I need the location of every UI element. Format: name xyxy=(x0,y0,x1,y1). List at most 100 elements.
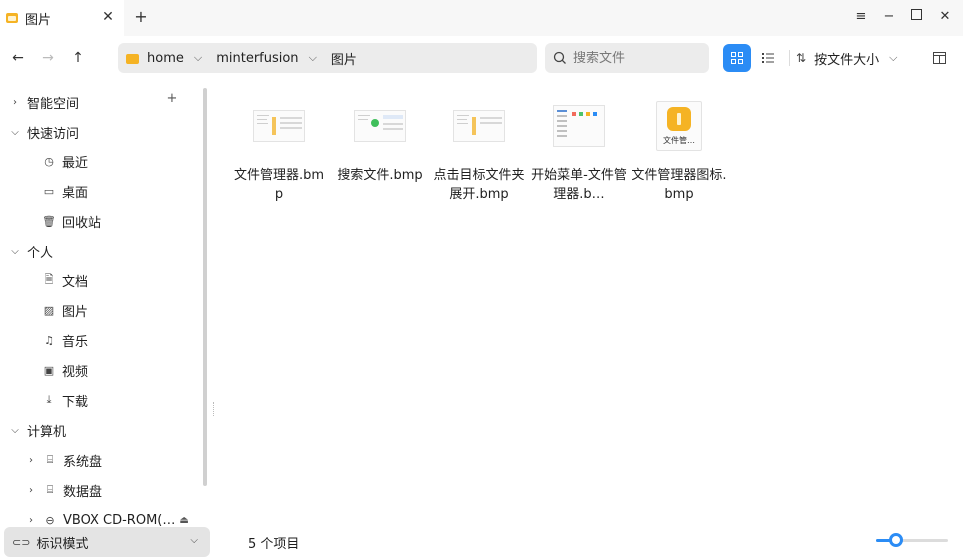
drive-icon: ⌸ xyxy=(46,453,54,466)
sidebar-item-label: 下载 xyxy=(62,394,89,410)
sidebar-item-downloads[interactable]: ⤓ 下载 xyxy=(42,386,88,414)
file-item[interactable]: 点击目标文件夹展开.bmp xyxy=(431,98,527,204)
breadcrumb-user[interactable]: minterfusion xyxy=(216,51,298,66)
back-button[interactable]: ← xyxy=(8,48,28,68)
image-icon: ▨ xyxy=(43,303,55,317)
sidebar-item-documents[interactable]: 🗎︎ 文档 xyxy=(42,266,88,294)
sidebar-item-label: 文档 xyxy=(62,274,89,290)
sidebar-item-pictures[interactable]: ▨ 图片 xyxy=(42,296,88,324)
folder-icon xyxy=(6,13,18,23)
up-button[interactable]: ↑ xyxy=(68,48,88,68)
sidebar-item-label: 桌面 xyxy=(62,185,89,201)
monitor-icon: ▭ xyxy=(43,184,55,198)
forward-button[interactable]: → xyxy=(38,48,58,68)
search-box[interactable] xyxy=(545,43,709,73)
grid-icon xyxy=(731,52,743,64)
breadcrumb-home[interactable]: home xyxy=(147,51,184,66)
file-name: 文件管理器.bmp xyxy=(233,168,325,202)
file-thumbnail: 文件管… xyxy=(651,98,707,154)
toolbar-divider xyxy=(789,50,790,66)
sidebar-item-label: 计算机 xyxy=(27,424,67,440)
file-item[interactable]: 文件管理器.bmp xyxy=(231,98,327,204)
maximize-icon[interactable] xyxy=(907,8,925,26)
sidebar-item-desktop[interactable]: ▭ 桌面 xyxy=(42,177,88,205)
sidebar-item-label: 数据盘 xyxy=(63,484,103,500)
chevron-down-icon: ⌵ xyxy=(11,126,19,138)
new-tab-button[interactable]: + xyxy=(132,8,150,26)
menu-icon[interactable]: ≡ xyxy=(852,8,870,26)
sort-dropdown[interactable]: ⇅ 按文件大小 ⌵ xyxy=(796,44,897,72)
sidebar-item-trash[interactable]: 🗑︎ 回收站 xyxy=(42,207,101,235)
sidebar-item-computer[interactable]: ⌵ 计算机 xyxy=(8,416,66,444)
file-item[interactable]: 文件管… 文件管理器图标.bmp xyxy=(631,98,727,204)
sidebar-scrollbar[interactable] xyxy=(203,88,207,486)
list-icon xyxy=(762,53,774,63)
item-count: 5 个项目 xyxy=(248,537,300,552)
file-thumbnail xyxy=(451,98,507,154)
music-icon: ♫ xyxy=(44,333,54,347)
drive-icon: ⌸ xyxy=(46,483,54,496)
breadcrumb-pictures[interactable]: 图片 xyxy=(331,49,357,68)
sidebar-item-label: 个人 xyxy=(27,245,54,261)
file-thumbnail xyxy=(352,98,408,154)
file-item[interactable]: 搜索文件.bmp xyxy=(332,98,428,185)
file-thumbnail xyxy=(551,98,607,154)
sidebar-item-system-disk[interactable]: › ⌸ 系统盘 xyxy=(24,446,102,474)
minimize-icon[interactable]: − xyxy=(880,8,898,26)
sidebar-item-smart-space[interactable]: › 智能空间 xyxy=(8,88,79,116)
file-grid: 文件管理器.bmp 搜索文件.bmp 点击目标文件夹展开.bmp 开始菜单-文件… xyxy=(215,82,963,560)
chevron-right-icon: › xyxy=(29,514,33,526)
toolbar: ← → ↑ home ⌵ minterfusion ⌵ 图片 ⇅ 按文件大小 ⌵ xyxy=(0,36,963,82)
trash-icon: 🗑︎ xyxy=(42,214,56,228)
search-icon xyxy=(553,51,566,64)
file-thumbnail xyxy=(251,98,307,154)
file-name: 开始菜单-文件管理器.b… xyxy=(531,168,627,202)
chevron-down-icon: ⌵ xyxy=(11,245,19,257)
sidebar-item-videos[interactable]: ▣ 视频 xyxy=(42,356,88,384)
chevron-down-icon: ⌵ xyxy=(190,535,198,546)
sidebar-item-label: 回收站 xyxy=(62,215,102,231)
document-icon: 🗎︎ xyxy=(44,272,54,286)
folder-icon xyxy=(126,53,139,64)
file-name: 搜索文件.bmp xyxy=(337,168,423,183)
chevron-down-icon[interactable]: ⌵ xyxy=(309,51,317,65)
clock-icon: ◷ xyxy=(44,154,54,168)
sidebar-item-data-disk[interactable]: › ⌸ 数据盘 xyxy=(24,476,102,504)
cdrom-icon: ⊖ xyxy=(45,513,55,527)
icon-view-button[interactable] xyxy=(723,44,751,72)
sidebar-item-quick-access[interactable]: ⌵ 快速访问 xyxy=(8,118,79,146)
close-tab-icon[interactable]: ✕ xyxy=(100,9,116,25)
sidebar-item-recent[interactable]: ◷ 最近 xyxy=(42,147,88,175)
tag-mode-dropdown[interactable]: ⊂⊃ 标识模式 ⌵ xyxy=(4,527,210,557)
file-item[interactable]: 开始菜单-文件管理器.b… xyxy=(531,98,627,204)
breadcrumb: home ⌵ minterfusion ⌵ 图片 xyxy=(118,43,537,73)
sidebar-item-personal[interactable]: ⌵ 个人 xyxy=(8,237,53,265)
sidebar-item-music[interactable]: ♫ 音乐 xyxy=(42,326,88,354)
chevron-down-icon[interactable]: ⌵ xyxy=(194,51,202,65)
video-icon: ▣ xyxy=(43,363,55,377)
sidebar-item-label: 快速访问 xyxy=(27,126,80,142)
sidebar-item-label: 系统盘 xyxy=(63,454,103,470)
tag-mode-label: 标识模式 xyxy=(36,536,89,552)
sidebar-item-label: 最近 xyxy=(62,155,89,171)
chevron-down-icon: ⌵ xyxy=(11,424,19,436)
list-view-button[interactable] xyxy=(754,44,782,72)
file-name: 点击目标文件夹展开.bmp xyxy=(433,168,525,202)
zoom-slider[interactable] xyxy=(876,533,948,547)
chevron-down-icon: ⌵ xyxy=(889,51,898,64)
sidebar-item-label: 图片 xyxy=(62,304,89,320)
detail-panel-button[interactable] xyxy=(925,44,953,72)
sidebar: › 智能空间 + ⌵ 快速访问 ◷ 最近 ▭ 桌面 🗑︎ 回收站 ⌵ 个人 🗎︎… xyxy=(0,82,215,560)
chevron-right-icon: › xyxy=(13,96,17,108)
sidebar-item-label: 音乐 xyxy=(62,334,89,350)
thumbnail-caption: 文件管… xyxy=(663,136,695,145)
tab-label: 图片 xyxy=(25,12,52,28)
chevron-right-icon: › xyxy=(29,484,33,496)
close-window-icon[interactable]: ✕ xyxy=(936,8,954,26)
search-input[interactable] xyxy=(573,50,703,66)
file-name: 文件管理器图标.bmp xyxy=(631,168,727,202)
add-icon[interactable]: + xyxy=(164,91,180,107)
tab-pictures[interactable]: 图片 ✕ xyxy=(0,0,124,36)
sidebar-item-label: 视频 xyxy=(62,364,89,380)
eject-icon[interactable]: ⏏ xyxy=(179,515,188,526)
